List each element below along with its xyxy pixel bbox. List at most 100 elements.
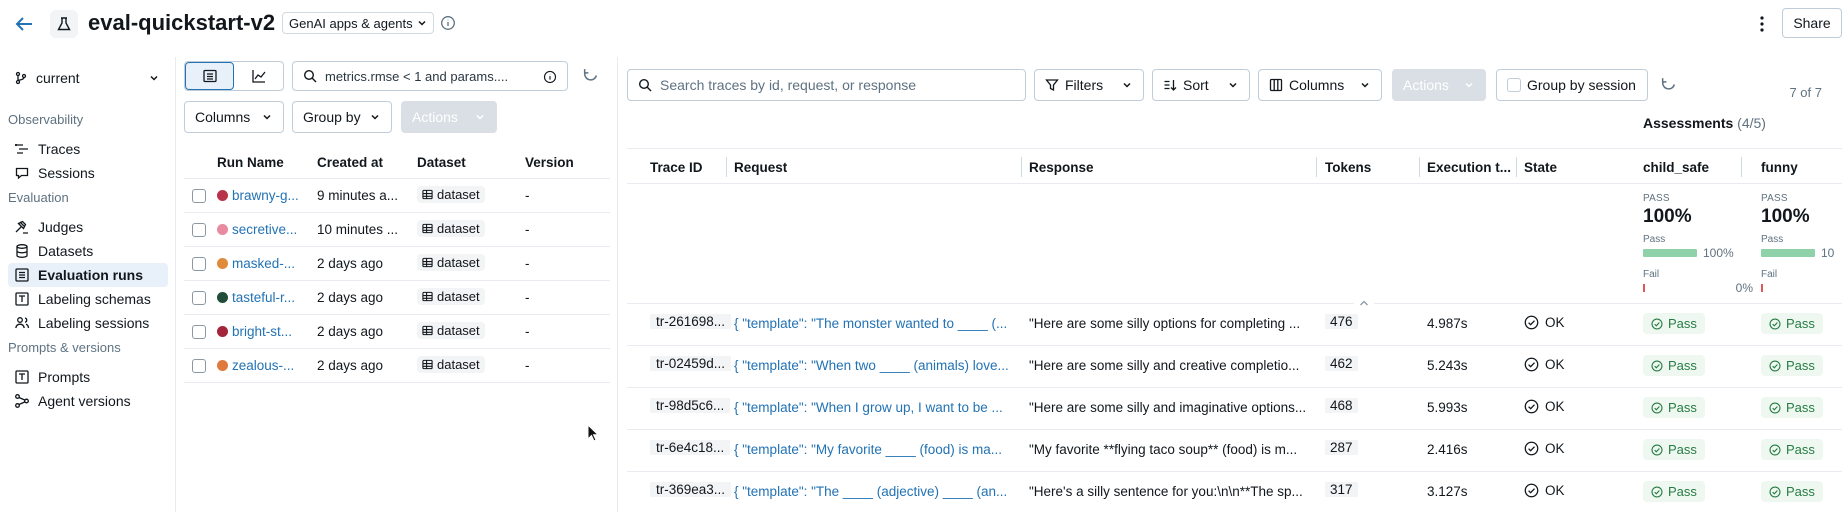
col-response[interactable]: Response	[1029, 160, 1094, 175]
sidebar-item-datasets[interactable]: Datasets	[8, 239, 168, 263]
filters-button[interactable]: Filters	[1034, 69, 1144, 101]
sidebar-item-labeling-sessions[interactable]: Labeling sessions	[8, 311, 168, 335]
column-divider[interactable]	[726, 157, 727, 177]
col-child-safe[interactable]: child_safe	[1643, 160, 1709, 175]
trace-id[interactable]: tr-261698...	[650, 314, 732, 329]
assessment-child-safe[interactable]: Pass	[1643, 439, 1705, 460]
info-icon[interactable]	[543, 70, 557, 84]
run-name-link[interactable]: masked-...	[232, 256, 312, 271]
request-link[interactable]: { "template": "The monster wanted to ___…	[734, 316, 1014, 331]
request-link[interactable]: { "template": "The ____ (adjective) ____…	[734, 484, 1014, 499]
table-row[interactable]: tasteful-r... 2 days ago dataset -	[184, 281, 610, 315]
table-row[interactable]: tr-261698...{ "template": "The monster w…	[627, 304, 1842, 346]
more-options-icon[interactable]	[1750, 12, 1774, 36]
run-name-link[interactable]: bright-st...	[232, 324, 312, 339]
run-name-link[interactable]: secretive...	[232, 222, 312, 237]
col-version[interactable]: Version	[525, 155, 574, 170]
trace-id[interactable]: tr-02459d...	[650, 356, 732, 371]
column-divider[interactable]	[1741, 157, 1742, 177]
run-name-link[interactable]: tasteful-r...	[232, 290, 312, 305]
table-row[interactable]: tr-369ea3...{ "template": "The ____ (adj…	[627, 472, 1842, 512]
table-row[interactable]: bright-st... 2 days ago dataset -	[184, 315, 610, 349]
column-divider[interactable]	[1021, 157, 1022, 177]
runs-actions-button[interactable]: Actions	[401, 101, 497, 133]
col-request[interactable]: Request	[734, 160, 787, 175]
request-link[interactable]: { "template": "When two ____ (animals) l…	[734, 358, 1014, 373]
trace-id[interactable]: tr-369ea3...	[650, 482, 732, 497]
sidebar-item-sessions[interactable]: Sessions	[8, 161, 168, 185]
share-button[interactable]: Share	[1782, 8, 1842, 38]
sidebar-item-evaluation-runs[interactable]: Evaluation runs	[8, 263, 168, 287]
table-row[interactable]: tr-02459d...{ "template": "When two ____…	[627, 346, 1842, 388]
table-row[interactable]: masked-... 2 days ago dataset -	[184, 247, 610, 281]
col-state[interactable]: State	[1524, 160, 1557, 175]
dataset-chip[interactable]: dataset	[417, 288, 485, 305]
refresh-icon[interactable]	[1660, 76, 1677, 93]
sidebar-item-prompts[interactable]: Prompts	[8, 365, 168, 389]
dataset-chip[interactable]: dataset	[417, 322, 485, 339]
group-by-button[interactable]: Group by	[292, 101, 392, 133]
trace-columns-button[interactable]: Columns	[1258, 69, 1382, 101]
table-row[interactable]: tr-6e4c18...{ "template": "My favorite _…	[627, 430, 1842, 472]
runs-table-header: Run Name Created at Dataset Version	[184, 145, 610, 179]
col-tokens[interactable]: Tokens	[1325, 160, 1371, 175]
trace-actions-button[interactable]: Actions	[1392, 69, 1486, 101]
info-icon[interactable]	[440, 15, 456, 31]
col-dataset[interactable]: Dataset	[417, 155, 466, 170]
assessment-child-safe[interactable]: Pass	[1643, 313, 1705, 334]
col-run-name[interactable]: Run Name	[217, 155, 284, 170]
request-link[interactable]: { "template": "My favorite ____ (food) i…	[734, 442, 1014, 457]
assessment-funny[interactable]: Pass	[1761, 355, 1823, 376]
run-name-link[interactable]: brawny-g...	[232, 188, 312, 203]
sidebar-item-labeling-schemas[interactable]: Labeling schemas	[8, 287, 168, 311]
back-arrow-icon[interactable]	[12, 12, 36, 36]
table-row[interactable]: brawny-g... 9 minutes a... dataset -	[184, 179, 610, 213]
run-created-at: 2 days ago	[317, 290, 384, 305]
column-divider[interactable]	[1516, 157, 1517, 177]
col-created-at[interactable]: Created at	[317, 155, 383, 170]
assessment-funny[interactable]: Pass	[1761, 313, 1823, 334]
row-checkbox[interactable]	[192, 325, 206, 339]
assessment-funny[interactable]: Pass	[1761, 481, 1823, 502]
dataset-chip[interactable]: dataset	[417, 186, 485, 203]
dataset-chip[interactable]: dataset	[417, 356, 485, 373]
col-trace-id[interactable]: Trace ID	[650, 160, 703, 175]
columns-button[interactable]: Columns	[184, 101, 284, 133]
col-execution-time[interactable]: Execution t...	[1427, 160, 1512, 175]
sidebar-item-judges[interactable]: Judges	[8, 215, 168, 239]
group-by-session-toggle[interactable]: Group by session	[1496, 69, 1648, 101]
refresh-icon[interactable]	[582, 67, 599, 84]
row-checkbox[interactable]	[192, 257, 206, 271]
column-divider[interactable]	[1419, 157, 1420, 177]
table-view-button[interactable]	[185, 62, 235, 90]
chart-view-button[interactable]	[234, 62, 283, 90]
trace-id[interactable]: tr-98d5c6...	[650, 398, 731, 413]
dataset-chip[interactable]: dataset	[417, 254, 485, 271]
assessment-child-safe[interactable]: Pass	[1643, 397, 1705, 418]
environment-select[interactable]: current	[8, 65, 168, 91]
assessment-child-safe[interactable]: Pass	[1643, 355, 1705, 376]
sidebar-item-traces[interactable]: Traces	[8, 137, 168, 161]
assessment-child-safe[interactable]: Pass	[1643, 481, 1705, 502]
assessment-funny[interactable]: Pass	[1761, 439, 1823, 460]
row-checkbox[interactable]	[192, 223, 206, 237]
col-funny[interactable]: funny	[1761, 160, 1798, 175]
runs-search-input[interactable]: metrics.rmse < 1 and params....	[292, 61, 568, 91]
row-checkbox[interactable]	[192, 189, 206, 203]
run-name-link[interactable]: zealous-...	[232, 358, 312, 373]
group-by-session-checkbox[interactable]	[1507, 78, 1521, 92]
column-divider[interactable]	[1316, 157, 1317, 177]
trace-id[interactable]: tr-6e4c18...	[650, 440, 731, 455]
traces-search-input[interactable]: Search traces by id, request, or respons…	[627, 69, 1026, 101]
experiment-type-dropdown[interactable]: GenAI apps & agents	[282, 12, 434, 34]
sidebar-item-agent-versions[interactable]: Agent versions	[8, 389, 168, 413]
table-row[interactable]: zealous-... 2 days ago dataset -	[184, 349, 610, 383]
table-row[interactable]: tr-98d5c6...{ "template": "When I grow u…	[627, 388, 1842, 430]
row-checkbox[interactable]	[192, 359, 206, 373]
table-row[interactable]: secretive... 10 minutes ... dataset -	[184, 213, 610, 247]
assessment-funny[interactable]: Pass	[1761, 397, 1823, 418]
dataset-chip[interactable]: dataset	[417, 220, 485, 237]
request-link[interactable]: { "template": "When I grow up, I want to…	[734, 400, 1014, 415]
row-checkbox[interactable]	[192, 291, 206, 305]
sort-button[interactable]: Sort	[1152, 69, 1250, 101]
